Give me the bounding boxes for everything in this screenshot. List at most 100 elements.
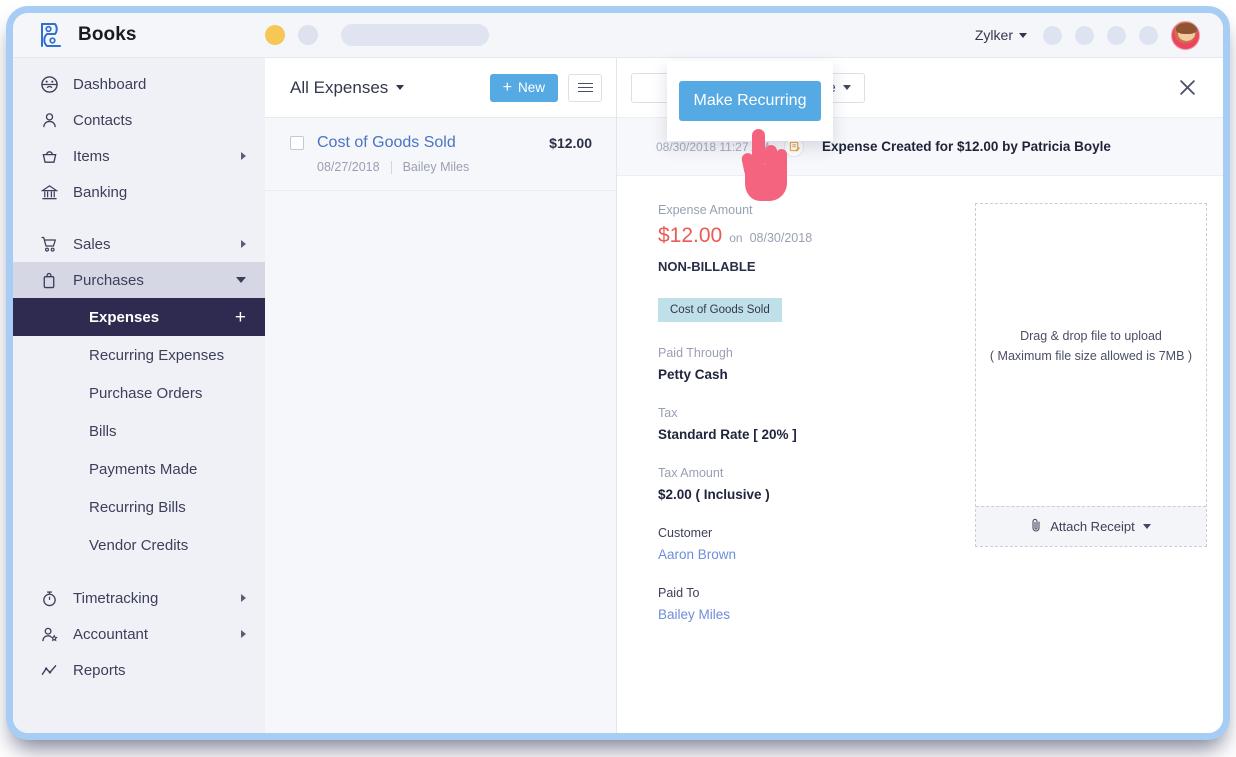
chevron-right-icon xyxy=(241,240,246,248)
sidebar-item-timetracking[interactable]: Timetracking xyxy=(13,580,265,616)
dashboard-icon xyxy=(37,74,61,94)
sidebar-item-label: Purchases xyxy=(73,272,236,289)
reports-icon xyxy=(37,660,61,680)
attach-receipt-button[interactable]: Attach Receipt xyxy=(976,506,1206,546)
hamburger-icon xyxy=(578,80,593,95)
accountant-icon xyxy=(37,624,61,644)
paperclip-icon xyxy=(1031,518,1042,535)
receipt-upload-dropzone[interactable]: Drag & drop file to upload ( Maximum fil… xyxy=(975,203,1207,547)
sidebar-item-label: Timetracking xyxy=(73,590,241,607)
purchases-bag-icon xyxy=(37,270,61,290)
paid-through-label: Paid Through xyxy=(658,346,947,360)
sidebar-item-label: Contacts xyxy=(73,112,246,129)
top-bar-right: Zylker xyxy=(975,21,1223,50)
items-icon xyxy=(37,146,61,166)
sales-cart-icon xyxy=(37,234,61,254)
list-header: All Expenses + New xyxy=(265,58,616,118)
chevron-right-icon xyxy=(241,152,246,160)
close-icon[interactable] xyxy=(1175,76,1199,100)
window-dot-yellow-icon[interactable] xyxy=(265,25,285,45)
sidebar: Dashboard Contacts Items Banking xyxy=(13,58,265,733)
chevron-down-icon xyxy=(396,85,404,90)
paid-to-label: Paid To xyxy=(658,586,947,600)
add-expense-icon[interactable]: + xyxy=(235,308,246,327)
expense-amount-label: Expense Amount xyxy=(658,203,947,217)
sidebar-item-label: Payments Made xyxy=(89,461,246,478)
list-title-label: All Expenses xyxy=(290,78,388,98)
app-window: Books Zylker Dashboard xyxy=(13,13,1223,733)
sidebar-item-label: Recurring Expenses xyxy=(89,347,246,364)
detail-body: Expense Amount $12.00 on 08/30/2018 NON-… xyxy=(617,176,1223,622)
sidebar-item-label: Dashboard xyxy=(73,76,246,93)
sidebar-item-payments-made[interactable]: Payments Made xyxy=(13,450,265,488)
sidebar-item-label: Purchase Orders xyxy=(89,385,246,402)
paid-through-value: Petty Cash xyxy=(658,367,947,382)
customer-label: Customer xyxy=(658,526,947,540)
sidebar-item-recurring-bills[interactable]: Recurring Bills xyxy=(13,488,265,526)
sidebar-item-purchases[interactable]: Purchases xyxy=(13,262,265,298)
sidebar-item-dashboard[interactable]: Dashboard xyxy=(13,66,265,102)
sidebar-item-label: Reports xyxy=(73,662,246,679)
sidebar-item-sales[interactable]: Sales xyxy=(13,226,265,262)
expense-name[interactable]: Cost of Goods Sold xyxy=(317,134,456,152)
header-icon-4[interactable] xyxy=(1139,26,1158,45)
sidebar-item-reports[interactable]: Reports xyxy=(13,652,265,688)
sidebar-item-vendor-credits[interactable]: Vendor Credits xyxy=(13,526,265,564)
tax-amount-group: Tax Amount $2.00 ( Inclusive ) xyxy=(658,466,947,502)
timeline-text: Expense Created for $12.00 by Patricia B… xyxy=(822,139,1111,154)
sidebar-item-bills[interactable]: Bills xyxy=(13,412,265,450)
sidebar-item-items[interactable]: Items xyxy=(13,138,265,174)
list-item[interactable]: Cost of Goods Sold $12.00 08/27/2018 Bai… xyxy=(265,118,616,191)
upload-hint: Drag & drop file to upload ( Maximum fil… xyxy=(976,326,1206,366)
customer-value[interactable]: Aaron Brown xyxy=(658,547,947,562)
list-filter-dropdown[interactable]: All Expenses xyxy=(290,78,404,98)
org-switcher[interactable]: Zylker xyxy=(975,27,1027,43)
make-recurring-button[interactable]: Make Recurring xyxy=(679,81,822,121)
tax-amount-label: Tax Amount xyxy=(658,466,947,480)
chevron-down-icon xyxy=(236,277,246,283)
chevron-down-icon xyxy=(1019,33,1027,38)
plus-icon: + xyxy=(503,79,512,97)
org-name-label: Zylker xyxy=(975,27,1013,43)
tax-value: Standard Rate [ 20% ] xyxy=(658,427,947,442)
sidebar-divider-2 xyxy=(13,564,265,580)
chevron-right-icon xyxy=(241,594,246,602)
tax-group: Tax Standard Rate [ 20% ] xyxy=(658,406,947,442)
timer-icon xyxy=(37,588,61,608)
sidebar-item-expenses[interactable]: Expenses + xyxy=(13,298,265,336)
brand[interactable]: Books xyxy=(13,22,265,48)
list-view-options-button[interactable] xyxy=(568,74,602,102)
divider xyxy=(391,161,392,174)
paid-to-value[interactable]: Bailey Miles xyxy=(658,607,947,622)
row-checkbox[interactable] xyxy=(290,136,304,150)
sidebar-item-label: Recurring Bills xyxy=(89,499,246,516)
banking-icon xyxy=(37,182,61,202)
expense-detail-panel: More 08/30/2018 11:27 AM Expense Created… xyxy=(617,58,1223,733)
expense-date: 08/27/2018 xyxy=(317,160,380,174)
books-logo-icon xyxy=(38,22,68,48)
sidebar-item-label: Banking xyxy=(73,184,246,201)
expense-amount: $12.00 xyxy=(549,135,592,151)
header-icon-3[interactable] xyxy=(1107,26,1126,45)
sidebar-item-contacts[interactable]: Contacts xyxy=(13,102,265,138)
tax-amount-value: $2.00 ( Inclusive ) xyxy=(658,487,947,502)
header-icon-1[interactable] xyxy=(1043,26,1062,45)
chevron-down-icon xyxy=(1143,524,1151,529)
address-bar[interactable] xyxy=(341,24,489,46)
sidebar-item-banking[interactable]: Banking xyxy=(13,174,265,210)
sidebar-item-label: Sales xyxy=(73,236,241,253)
avatar[interactable] xyxy=(1171,21,1200,50)
sidebar-item-recurring-expenses[interactable]: Recurring Expenses xyxy=(13,336,265,374)
brand-name: Books xyxy=(78,24,137,46)
sidebar-item-label: Expenses xyxy=(89,309,235,326)
paid-through-group: Paid Through Petty Cash xyxy=(658,346,947,382)
upload-hint-line1: Drag & drop file to upload xyxy=(976,326,1206,346)
tax-label: Tax xyxy=(658,406,947,420)
new-expense-button[interactable]: + New xyxy=(490,74,558,102)
header-icon-2[interactable] xyxy=(1075,26,1094,45)
window-controls xyxy=(265,24,489,46)
sidebar-item-purchase-orders[interactable]: Purchase Orders xyxy=(13,374,265,412)
sidebar-item-accountant[interactable]: Accountant xyxy=(13,616,265,652)
top-bar: Books Zylker xyxy=(13,13,1223,58)
window-dot-grey-icon[interactable] xyxy=(298,25,318,45)
